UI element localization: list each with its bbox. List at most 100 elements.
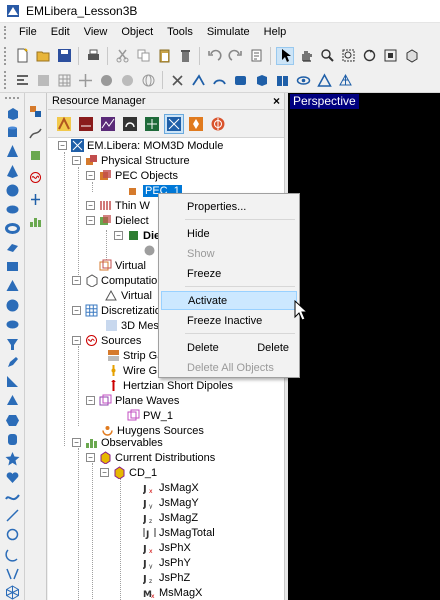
- copy-button[interactable]: [134, 47, 152, 65]
- tree-strip-gap[interactable]: Strip Ga: [106, 348, 163, 363]
- tree-hertzian-dipoles[interactable]: Hertzian Short Dipoles: [106, 378, 233, 393]
- toolbar-grip[interactable]: [5, 97, 19, 100]
- wireframe-button[interactable]: [139, 71, 157, 89]
- pec-tool[interactable]: [28, 103, 44, 119]
- menu-file[interactable]: File: [12, 24, 44, 41]
- move-button[interactable]: [76, 71, 94, 89]
- tree-jsphz[interactable]: Jz JsPhZ: [142, 570, 191, 585]
- circle-tool[interactable]: [3, 298, 21, 313]
- tree-jsmagz[interactable]: Jz JsMagZ: [142, 510, 199, 525]
- menu-edit[interactable]: Edit: [44, 24, 77, 41]
- menu-grip[interactable]: [4, 26, 8, 39]
- tree-jsphx[interactable]: Jx JsPhX: [142, 540, 191, 555]
- collapse-icon[interactable]: −: [86, 171, 95, 180]
- menu-item-hide[interactable]: Hide: [161, 224, 297, 243]
- tree-dielectric-sphere[interactable]: [142, 243, 159, 258]
- collapse-icon[interactable]: −: [72, 156, 81, 165]
- collapse-icon[interactable]: −: [72, 306, 81, 315]
- hexagon-tool[interactable]: [3, 412, 21, 427]
- source-tool[interactable]: [28, 169, 44, 185]
- rect-tool[interactable]: [3, 259, 21, 274]
- triangle-tool[interactable]: [3, 278, 21, 293]
- delete-button[interactable]: [176, 47, 194, 65]
- box-tool[interactable]: [3, 106, 21, 121]
- cylinder-tool[interactable]: [3, 125, 21, 140]
- tools-button[interactable]: [168, 71, 186, 89]
- collapse-icon[interactable]: −: [86, 396, 95, 405]
- tree-jsmagx[interactable]: Jx JsMagX: [142, 480, 199, 495]
- module-em-libera-button[interactable]: [164, 113, 184, 134]
- arc-button[interactable]: [210, 71, 228, 89]
- mesh-button[interactable]: [336, 71, 354, 89]
- undo-button[interactable]: [205, 47, 223, 65]
- print-button[interactable]: [84, 47, 102, 65]
- tube-tool[interactable]: [3, 432, 21, 447]
- ellipsoid-tool[interactable]: [3, 202, 21, 217]
- lofting-tool[interactable]: [3, 566, 21, 581]
- collapse-icon[interactable]: −: [100, 468, 109, 477]
- tree-sources[interactable]: − Sources: [72, 333, 141, 348]
- tree-msmagx[interactable]: Mx MsMagX: [142, 585, 203, 600]
- module-em-tempo-button[interactable]: [76, 114, 96, 134]
- menu-tools[interactable]: Tools: [160, 24, 200, 41]
- surface-button[interactable]: [231, 71, 249, 89]
- eye-button[interactable]: [294, 71, 312, 89]
- lattice-tool[interactable]: [3, 585, 21, 600]
- cut-button[interactable]: [113, 47, 131, 65]
- triangle-button[interactable]: [315, 71, 333, 89]
- wedge-tool[interactable]: [3, 374, 21, 389]
- prism-tool[interactable]: [3, 393, 21, 408]
- sphere-view-button[interactable]: [97, 71, 115, 89]
- tree-current-distributions[interactable]: − Current Distributions: [86, 450, 215, 465]
- menu-item-show[interactable]: Show: [161, 244, 297, 263]
- light-button[interactable]: [118, 71, 136, 89]
- book-button[interactable]: [273, 71, 291, 89]
- tree-pw-1[interactable]: PW_1: [126, 408, 173, 423]
- tree-thin-wires[interactable]: − Thin W: [86, 198, 150, 213]
- menu-item-freeze-inactive[interactable]: Freeze Inactive: [161, 311, 297, 330]
- tree-plane-waves[interactable]: − Plane Waves: [86, 393, 179, 408]
- tree-3d-mesh[interactable]: 3D Mes: [104, 318, 159, 333]
- redo-button[interactable]: [226, 47, 244, 65]
- menu-item-freeze[interactable]: Freeze: [161, 264, 297, 283]
- menu-item-properties[interactable]: Properties...: [161, 197, 297, 216]
- align-button[interactable]: [13, 71, 31, 89]
- pan-tool-button[interactable]: [297, 47, 315, 65]
- collapse-icon[interactable]: −: [72, 336, 81, 345]
- menu-item-delete[interactable]: Delete Delete: [161, 338, 297, 357]
- torus-tool[interactable]: [3, 221, 21, 236]
- collapse-icon[interactable]: −: [86, 453, 95, 462]
- cone-tool[interactable]: [3, 144, 21, 159]
- save-button[interactable]: [55, 47, 73, 65]
- collapse-icon[interactable]: −: [58, 141, 67, 150]
- zoom-tool-button[interactable]: [318, 47, 336, 65]
- sphere-tool[interactable]: [3, 183, 21, 198]
- tree-virtual-2[interactable]: Virtual: [104, 288, 152, 303]
- menu-view[interactable]: View: [77, 24, 115, 41]
- probe-tool[interactable]: [28, 191, 44, 207]
- module-em-ferma-button[interactable]: [186, 114, 206, 134]
- close-icon[interactable]: ×: [273, 94, 280, 108]
- module-em-picasso-button[interactable]: [54, 114, 74, 134]
- menu-simulate[interactable]: Simulate: [200, 24, 257, 41]
- collapse-icon[interactable]: −: [72, 438, 81, 447]
- box-view-button[interactable]: [402, 47, 420, 65]
- line-tool[interactable]: [3, 508, 21, 523]
- paste-button[interactable]: [155, 47, 173, 65]
- collapse-icon[interactable]: −: [86, 201, 95, 210]
- observable-tool[interactable]: [28, 213, 44, 229]
- new-project-button[interactable]: [13, 47, 31, 65]
- tree-physical-structure[interactable]: − Physical Structure: [72, 153, 190, 168]
- tree-jsmagy[interactable]: Jy JsMagY: [142, 495, 199, 510]
- dielectric-tool[interactable]: [28, 147, 44, 163]
- tree-wire-gap[interactable]: Wire G: [106, 363, 157, 378]
- menu-item-activate[interactable]: Activate: [161, 291, 297, 310]
- tree-pec-objects[interactable]: − PEC Objects: [86, 168, 178, 183]
- snap-button[interactable]: [34, 71, 52, 89]
- tree-jsmagtotal[interactable]: J JsMagTotal: [142, 525, 215, 540]
- tree-dielectric-material[interactable]: − Die: [114, 228, 160, 243]
- collapse-icon[interactable]: −: [72, 276, 81, 285]
- tree-jsphy[interactable]: Jy JsPhY: [142, 555, 191, 570]
- ellipse-tool[interactable]: [3, 317, 21, 332]
- sheet-tool[interactable]: [3, 240, 21, 255]
